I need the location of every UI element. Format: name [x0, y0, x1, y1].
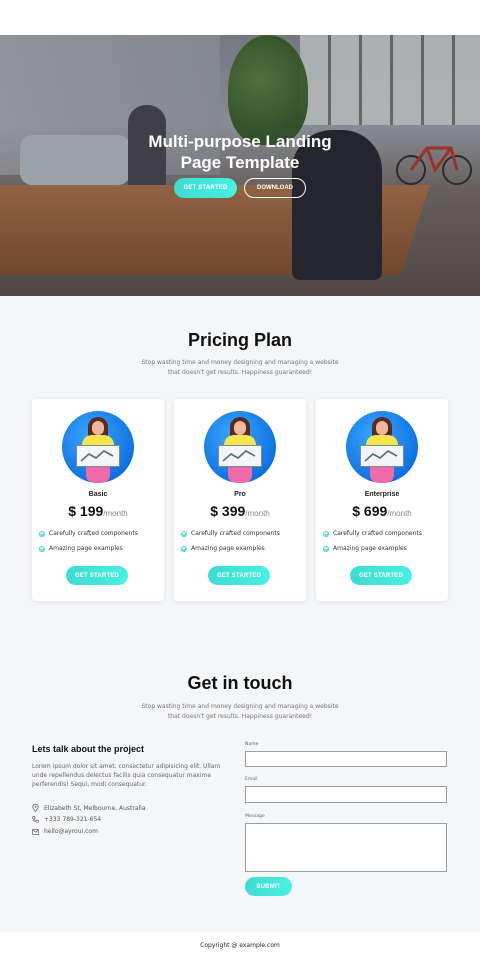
pricing-subtitle-line: Stop wasting time and money designing an…: [141, 359, 339, 366]
get-started-button[interactable]: GET STARTED: [66, 566, 128, 585]
contact-heading: Lets talk about the project: [32, 744, 145, 754]
pricing-card-basic: Basic $ 199/month Carefully crafted comp…: [32, 399, 164, 601]
contact-title: Get in touch: [187, 673, 293, 693]
plan-name: Pro: [234, 491, 246, 498]
contact-intro: Lets talk about the project Lorem ipsum …: [32, 744, 222, 789]
contact-subtitle-line: that doesn't get results. Happiness guar…: [167, 713, 313, 720]
pricing-cards: Basic $ 199/month Carefully crafted comp…: [32, 399, 448, 601]
phone-icon: [32, 816, 39, 823]
feature-text: Amazing page examples: [49, 545, 123, 552]
phone-text: +333 789-321-654: [44, 816, 102, 823]
pricing-card-enterprise: Enterprise $ 699/month Carefully crafted…: [316, 399, 448, 601]
feature-text: Carefully crafted components: [191, 530, 280, 537]
feature-text: Carefully crafted components: [49, 530, 138, 537]
address-text: Elizabeth St, Melbourne, Australia: [44, 804, 146, 812]
footer: Copyright @ example.com: [0, 932, 480, 960]
contact-form: Name Email Message SUBMIT: [245, 742, 447, 896]
contact-subtitle: Stop wasting time and money designing an…: [0, 702, 480, 722]
submit-button[interactable]: SUBMIT: [245, 877, 292, 896]
feature-item: Amazing page examples: [181, 545, 265, 552]
price-period: /month: [103, 509, 128, 518]
plan-price: $ 699/month: [316, 503, 448, 521]
pricing-subtitle: Stop wasting time and money designing an…: [0, 358, 480, 378]
plan-price: $ 399/month: [174, 503, 306, 521]
top-bar: [0, 0, 480, 35]
woman-chart-illustration: [62, 411, 134, 483]
copyright-text: Copyright @ example.com: [200, 942, 280, 949]
woman-chart-illustration: [346, 411, 418, 483]
woman-chart-illustration: [204, 411, 276, 483]
price-period: /month: [387, 509, 412, 518]
mail-icon: [32, 828, 39, 835]
check-circle-icon: [181, 530, 187, 537]
hero-buttons: GET STARTED DOWNLOAD: [0, 178, 480, 198]
price-period: /month: [245, 509, 270, 518]
email-label: Email: [245, 777, 258, 782]
hero-title: Multi-purpose Landing Page Template: [0, 131, 480, 173]
message-field[interactable]: [245, 823, 447, 872]
contact-address: Elizabeth St, Melbourne, Australia: [32, 804, 146, 812]
check-circle-icon: [39, 545, 45, 552]
feature-item: Amazing page examples: [323, 545, 407, 552]
feature-text: Carefully crafted components: [333, 530, 422, 537]
feature-item: Carefully crafted components: [181, 530, 280, 537]
email-text[interactable]: hello@ayroui.com: [44, 828, 98, 835]
message-label: Message: [245, 814, 265, 819]
check-circle-icon: [323, 545, 329, 552]
contact-email: hello@ayroui.com: [32, 828, 98, 835]
check-circle-icon: [323, 530, 329, 537]
feature-item: Carefully crafted components: [39, 530, 138, 537]
feature-text: Amazing page examples: [191, 545, 265, 552]
contact-body: Lorem ipsum dolor sit amet, consectetur …: [32, 763, 221, 788]
map-pin-icon: [32, 804, 39, 812]
get-started-button[interactable]: GET STARTED: [208, 566, 270, 585]
get-started-button[interactable]: GET STARTED: [350, 566, 412, 585]
hero-banner: Multi-purpose Landing Page Template GET …: [0, 35, 480, 296]
pricing-subtitle-line: that doesn't get results. Happiness guar…: [167, 369, 313, 376]
price-amount: $ 199: [68, 503, 104, 519]
plan-name: Enterprise: [364, 491, 400, 498]
plan-name: Basic: [88, 491, 108, 498]
download-button[interactable]: DOWNLOAD: [244, 178, 306, 198]
contact-phone: +333 789-321-654: [32, 816, 101, 823]
check-circle-icon: [39, 530, 45, 537]
pricing-title: Pricing Plan: [187, 330, 293, 350]
name-label: Name: [245, 742, 259, 747]
feature-item: Carefully crafted components: [323, 530, 422, 537]
contact-subtitle-line: Stop wasting time and money designing an…: [141, 703, 339, 710]
hero-title-line: Multi-purpose Landing: [148, 132, 332, 151]
hero-title-line: Page Template: [180, 153, 300, 172]
email-field[interactable]: [245, 786, 447, 803]
get-started-button[interactable]: GET STARTED: [174, 178, 237, 198]
pricing-card-pro: Pro $ 399/month Carefully crafted compon…: [174, 399, 306, 601]
name-field[interactable]: [245, 751, 447, 767]
feature-item: Amazing page examples: [39, 545, 123, 552]
price-amount: $ 699: [352, 503, 388, 519]
feature-text: Amazing page examples: [333, 545, 407, 552]
price-amount: $ 399: [210, 503, 246, 519]
plan-price: $ 199/month: [32, 503, 164, 521]
check-circle-icon: [181, 545, 187, 552]
